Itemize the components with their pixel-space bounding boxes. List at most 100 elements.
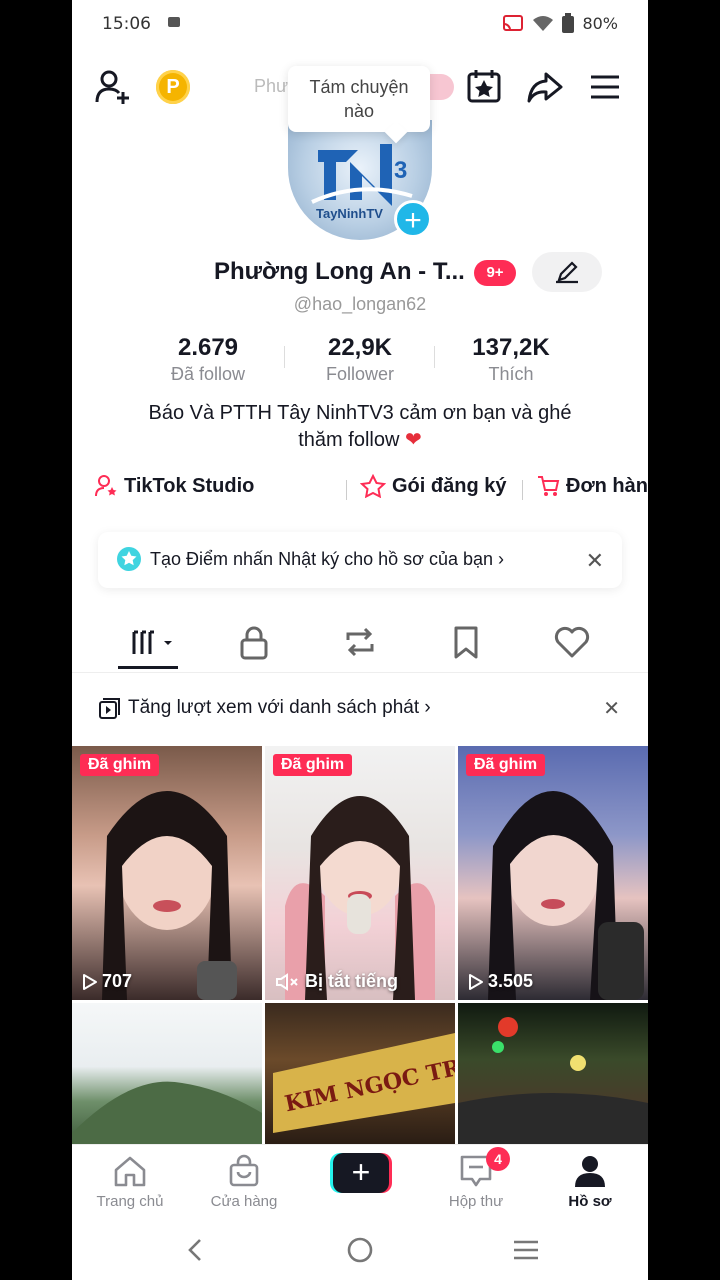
stat-divider — [284, 346, 285, 368]
view-count: 3.505 — [468, 971, 533, 992]
tab-private-lock-icon[interactable] — [234, 624, 274, 660]
edit-profile-button[interactable] — [532, 252, 602, 292]
notification-badge[interactable]: 9+ — [474, 260, 516, 286]
profile-avatar[interactable]: 3 TayNinhTV + — [288, 120, 432, 240]
tooltip-line-1: Tám chuyện — [309, 77, 409, 97]
notice-label: Tạo Điểm nhấn Nhật ký cho hồ sơ của bạn — [150, 549, 493, 569]
highlight-star-icon — [117, 547, 141, 571]
link-subscription[interactable]: Gói đăng ký — [360, 474, 506, 498]
pencil-icon — [556, 261, 578, 284]
profile-bio: Báo Và PTTH Tây NinhTV3 cảm ơn bạn và gh… — [112, 400, 608, 454]
link-label: TikTok Studio — [124, 474, 255, 497]
notice-text: Tạo Điểm nhấn Nhật ký cho hồ sơ của bạn … — [150, 549, 504, 570]
home-circle-icon[interactable] — [346, 1236, 374, 1264]
highlight-notice[interactable]: Tạo Điểm nhấn Nhật ký cho hồ sơ của bạn … — [98, 532, 622, 588]
add-friend-icon[interactable] — [94, 68, 132, 106]
play-icon — [83, 973, 97, 990]
stat-following[interactable]: 2.679 Đã follow — [138, 334, 278, 385]
stat-likes[interactable]: 137,2K Thích — [441, 334, 581, 385]
close-icon[interactable]: ✕ — [603, 696, 620, 721]
add-story-button[interactable]: + — [394, 200, 432, 238]
tab-repost-icon[interactable] — [340, 624, 380, 660]
video-thumbnail[interactable]: Đã ghim Bị tắt tiếng — [265, 746, 455, 1000]
create-button[interactable]: + — [330, 1153, 392, 1193]
muted-label: Bị tắt tiếng — [275, 971, 398, 992]
thumbnail-image — [72, 1081, 262, 1144]
bottom-nav: Trang chủ Cửa hàng + 4 Hộp thư Hồ sơ — [72, 1144, 648, 1223]
tooltip-line-2: nào — [343, 101, 375, 121]
thumbnail-image — [458, 1017, 648, 1144]
stat-followers[interactable]: 22,9K Follower — [290, 334, 430, 385]
video-thumbnail[interactable]: Đã ghim 707 — [72, 746, 262, 1000]
link-label: Đơn hàng của b — [566, 474, 648, 497]
profile-stats: 2.679 Đã follow 22,9K Follower 137,2K Th… — [72, 334, 648, 388]
playlist-label: Tăng lượt xem với danh sách phát — [128, 697, 420, 718]
link-tiktok-studio[interactable]: TikTok Studio — [94, 474, 254, 498]
stat-value: 137,2K — [472, 334, 550, 361]
play-icon — [469, 973, 483, 990]
tab-liked-heart-icon[interactable] — [552, 624, 592, 660]
link-label: Gói đăng ký — [392, 474, 507, 497]
tooltip-bubble: Tám chuyện nào — [288, 66, 430, 132]
video-thumbnail[interactable]: KIM NGỌC TRÚ — [265, 1003, 455, 1144]
stat-divider — [434, 346, 435, 368]
close-icon[interactable]: ✕ — [586, 548, 604, 574]
plus-icon: + — [333, 1153, 389, 1193]
status-time: 15:06 — [102, 14, 151, 34]
video-thumbnail[interactable]: Đã ghim 3.505 — [458, 746, 648, 1000]
chevron-right-icon: › — [498, 549, 505, 569]
inbox-badge: 4 — [486, 1147, 510, 1171]
nav-label: Hộp thư — [448, 1193, 504, 1210]
view-count-value: 3.505 — [488, 971, 534, 991]
stat-value: 2.679 — [177, 334, 239, 361]
cart-icon — [538, 476, 560, 496]
nav-label: Hồ sơ — [568, 1193, 612, 1210]
name-row: Phường Long An - T... 9+ — [72, 252, 648, 296]
thumbnail-image — [285, 796, 435, 1000]
nav-shop[interactable]: Cửa hàng — [196, 1153, 292, 1210]
nav-inbox[interactable]: 4 Hộp thư — [428, 1147, 524, 1210]
avatar-text: TayNinhTV — [316, 206, 383, 221]
wifi-icon — [533, 16, 554, 31]
back-icon[interactable] — [182, 1236, 208, 1264]
stat-label: Thích — [488, 364, 534, 384]
playlist-icon — [99, 698, 120, 719]
status-right: 80% — [502, 13, 618, 33]
video-thumbnail[interactable] — [458, 1003, 648, 1144]
pinned-badge: Đã ghim — [273, 754, 353, 776]
bio-line-2-text: thăm follow — [298, 429, 400, 451]
nav-label: Cửa hàng — [210, 1193, 278, 1210]
shopping-bag-icon — [229, 1154, 259, 1187]
link-divider — [522, 480, 523, 500]
stat-label: Đã follow — [170, 364, 246, 384]
link-orders[interactable]: Đơn hàng của b — [536, 474, 648, 498]
home-icon — [114, 1156, 146, 1187]
system-nav-bar — [72, 1222, 648, 1280]
video-grid: Đã ghim 707 Đã ghim Bị tắt tiếng Đã ghim… — [72, 746, 648, 1144]
coin-icon[interactable]: P — [156, 70, 190, 104]
heart-icon: ❤ — [404, 429, 422, 451]
menu-icon[interactable] — [588, 72, 622, 102]
bio-line-1: Báo Và PTTH Tây NinhTV3 cảm ơn bạn và gh… — [148, 402, 572, 424]
profile-icon — [575, 1156, 605, 1187]
view-count-value: 707 — [102, 971, 133, 991]
cast-icon — [503, 15, 524, 31]
recent-apps-icon[interactable] — [512, 1236, 540, 1264]
calendar-star-icon[interactable] — [466, 68, 502, 104]
playlist-text: Tăng lượt xem với danh sách phát › — [128, 697, 431, 719]
playlist-prompt[interactable]: Tăng lượt xem với danh sách phát › ✕ — [72, 692, 648, 726]
link-divider — [346, 480, 347, 500]
nav-home[interactable]: Trang chủ — [82, 1153, 178, 1210]
status-bar: 15:06 80% — [72, 0, 648, 48]
pinned-badge: Đã ghim — [466, 754, 546, 776]
nav-profile[interactable]: Hồ sơ — [542, 1153, 638, 1210]
thumbnail-image — [488, 791, 644, 1000]
thumbnail-image — [102, 791, 237, 1000]
muted-text: Bị tắt tiếng — [305, 971, 398, 991]
profile-name: Phường Long An - T... — [214, 258, 465, 285]
nav-label: Trang chủ — [96, 1193, 164, 1210]
tab-saved-bookmark-icon[interactable] — [446, 624, 486, 660]
tab-videos-grid-icon[interactable] — [128, 624, 178, 660]
video-thumbnail[interactable] — [72, 1003, 262, 1144]
share-icon[interactable] — [526, 68, 564, 106]
